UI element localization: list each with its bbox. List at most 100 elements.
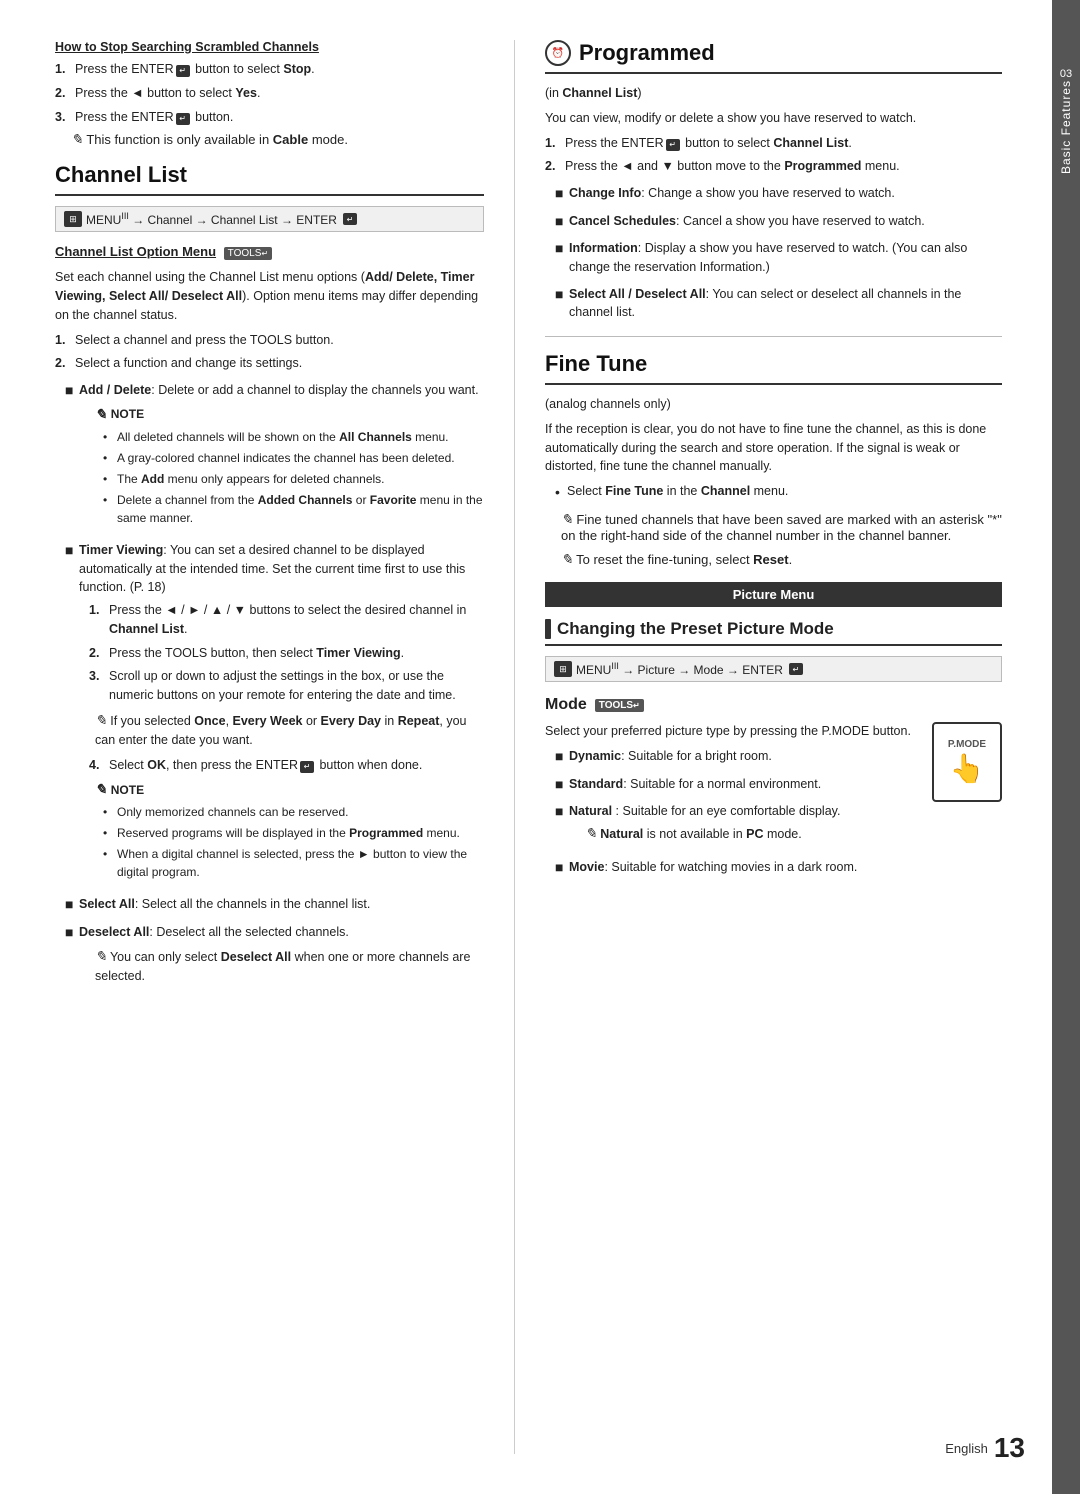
note-dot: •	[103, 824, 117, 842]
bullet-icon: ■	[555, 858, 569, 878]
step-number: 1.	[545, 134, 565, 153]
note-text: A gray-colored channel indicates the cha…	[117, 449, 455, 467]
note-text: Only memorized channels can be reserved.	[117, 803, 348, 821]
bullet-icon: ■	[65, 923, 79, 992]
note-text: You can only select Deselect All when on…	[95, 950, 470, 983]
mode-section: Mode TOOLS↵ P.MODE 👆 Select your preferr…	[545, 696, 1002, 877]
footer-language: English	[945, 1441, 988, 1456]
note-item-2: • Reserved programs will be displayed in…	[103, 824, 484, 842]
step-number: 1.	[89, 601, 109, 639]
note-icon: ✎ NOTE	[95, 404, 144, 425]
note-item-4: • Delete a channel from the Added Channe…	[103, 491, 484, 527]
deselect-all-item: ■ Deselect All: Deselect all the selecte…	[55, 923, 484, 992]
note-icon: ✎ NOTE	[95, 779, 144, 800]
fine-tune-bullet-text: Select Fine Tune in the Channel menu.	[567, 482, 788, 503]
bullet-icon: ■	[555, 184, 569, 204]
select-all-item: ■ Select All: Select all the channels in…	[55, 895, 484, 915]
change-info-text: Change Info: Change a show you have rese…	[569, 184, 895, 204]
note-item-1: • All deleted channels will be shown on …	[103, 428, 484, 446]
natural-item: ■ Natural : Suitable for an eye comforta…	[545, 802, 922, 850]
left-column: How to Stop Searching Scrambled Channels…	[55, 40, 515, 1454]
change-info-item: ■ Change Info: Change a show you have re…	[545, 184, 1002, 204]
fine-tune-subtitle: (analog channels only)	[545, 395, 1002, 414]
natural-content: Natural : Suitable for an eye comfortabl…	[569, 802, 840, 850]
step-text: Press the TOOLS button, then select Time…	[109, 644, 404, 663]
step-text: Press the ENTER↵ button to select Channe…	[565, 134, 852, 153]
tv-step-1: 1. Press the ◄ / ► / ▲ / ▼ buttons to se…	[79, 601, 484, 639]
fine-tune-bullet: • Select Fine Tune in the Channel menu.	[545, 482, 1002, 503]
note-dot: •	[103, 803, 117, 821]
menu-path-text: MENUIII → Channel → Channel List → ENTER	[86, 211, 337, 227]
channel-list-section: Channel List ⊞ MENUIII → Channel → Chann…	[55, 162, 484, 991]
bullet-icon: ■	[65, 381, 79, 533]
deselect-all-text: Deselect All: Deselect all the selected …	[79, 925, 349, 939]
how-to-stop-section: How to Stop Searching Scrambled Channels…	[55, 40, 484, 148]
bullet-icon: ■	[555, 212, 569, 232]
tv-step-4: 4. Select OK, then press the ENTER↵ butt…	[79, 756, 484, 775]
movie-item: ■ Movie: Suitable for watching movies in…	[545, 858, 1002, 878]
step-text: Press the ◄ button to select Yes.	[75, 84, 260, 103]
note-text: Reserved programs will be displayed in t…	[117, 824, 460, 842]
mode-content: P.MODE 👆 Select your preferred picture t…	[545, 722, 1002, 794]
note-text: When a digital channel is selected, pres…	[117, 845, 484, 881]
step-number: 3.	[89, 667, 109, 705]
step-text: Press the ENTER↵ button to select Stop.	[75, 60, 315, 79]
timer-viewing-text: Timer Viewing: You can set a desired cha…	[79, 543, 465, 595]
fine-tune-note-1: ✎ Fine tuned channels that have been sav…	[545, 511, 1002, 543]
tv-step-2: 2. Press the TOOLS button, then select T…	[79, 644, 484, 663]
how-to-step-1: 1. Press the ENTER↵ button to select Sto…	[55, 60, 484, 79]
prog-step-1: 1. Press the ENTER↵ button to select Cha…	[545, 134, 1002, 153]
picture-menu-bar: Picture Menu	[545, 582, 1002, 607]
programmed-subtitle: (in Channel List)	[545, 84, 1002, 103]
note-text: If you selected Once, Every Week or Ever…	[95, 714, 467, 747]
cl-step-1: 1. Select a channel and press the TOOLS …	[55, 331, 484, 350]
step-number: 1.	[55, 60, 75, 79]
step-text: Press the ◄ and ▼ button move to the Pro…	[565, 157, 900, 176]
cancel-schedules-text: Cancel Schedules: Cancel a show you have…	[569, 212, 925, 232]
programmed-description: You can view, modify or delete a show yo…	[545, 109, 1002, 128]
channel-list-title: Channel List	[55, 162, 484, 196]
tv-step-3: 3. Scroll up or down to adjust the setti…	[79, 667, 484, 705]
note-dot: •	[103, 491, 117, 527]
preset-picture-menu-path: ⊞ MENUIII → Picture → Mode → ENTER ↵	[545, 656, 1002, 682]
pmode-box: P.MODE 👆	[932, 722, 1002, 802]
option-menu-title: Channel List Option Menu	[55, 244, 216, 259]
cancel-schedules-item: ■ Cancel Schedules: Cancel a show you ha…	[545, 212, 1002, 232]
note-dot: •	[103, 428, 117, 446]
note-text: Fine tuned channels that have been saved…	[561, 512, 1002, 543]
menu-icon: ⊞	[554, 661, 572, 677]
mode-title: Mode TOOLS↵	[545, 696, 1002, 714]
step-number: 2.	[545, 157, 565, 176]
bullet-icon: ■	[555, 285, 569, 323]
timer-viewing-item: ■ Timer Viewing: You can set a desired c…	[55, 541, 484, 888]
fine-tune-section: Fine Tune (analog channels only) If the …	[545, 351, 1002, 568]
step-number: 2.	[55, 84, 75, 103]
preset-picture-section: Changing the Preset Picture Mode ⊞ MENUI…	[545, 619, 1002, 682]
pmode-hand-icon: 👆	[950, 752, 985, 785]
note-items: • Only memorized channels can be reserve…	[95, 803, 484, 881]
note-text: The Add menu only appears for deleted ch…	[117, 470, 385, 488]
step-text: Press the ◄ / ► / ▲ / ▼ buttons to selec…	[109, 601, 484, 639]
select-all-text: Select All: Select all the channels in t…	[79, 895, 370, 915]
step-text: Press the ENTER↵ button.	[75, 108, 233, 127]
step-text: Select a channel and press the TOOLS but…	[75, 331, 334, 350]
note-item-3: • The Add menu only appears for deleted …	[103, 470, 484, 488]
section-divider	[545, 336, 1002, 337]
natural-note: ✎ Natural is not available in PC mode.	[569, 823, 840, 844]
option-menu-description: Set each channel using the Channel List …	[55, 268, 484, 324]
menu-path-text: MENUIII → Picture → Mode → ENTER	[576, 661, 783, 677]
programmed-icon: ⏰	[545, 40, 571, 66]
step-number: 1.	[55, 331, 75, 350]
how-to-stop-title: How to Stop Searching Scrambled Channels	[55, 40, 484, 54]
option-menu-section: Channel List Option Menu TOOLS↵	[55, 244, 484, 260]
programmed-section: ⏰ Programmed (in Channel List) You can v…	[545, 40, 1002, 322]
timer-steps: 1. Press the ◄ / ► / ▲ / ▼ buttons to se…	[79, 601, 484, 881]
add-delete-content: Add / Delete: Delete or add a channel to…	[79, 381, 484, 533]
bullet-icon: ■	[555, 747, 569, 767]
fine-tune-description: If the reception is clear, you do not ha…	[545, 420, 1002, 476]
menu-icon: ⊞	[64, 211, 82, 227]
channel-list-menu-path: ⊞ MENUIII → Channel → Channel List → ENT…	[55, 206, 484, 232]
tv-note-2: ✎ NOTE • Only memorized channels can be …	[79, 779, 484, 881]
information-item: ■ Information: Display a show you have r…	[545, 239, 1002, 277]
bullet-icon: •	[555, 482, 567, 503]
